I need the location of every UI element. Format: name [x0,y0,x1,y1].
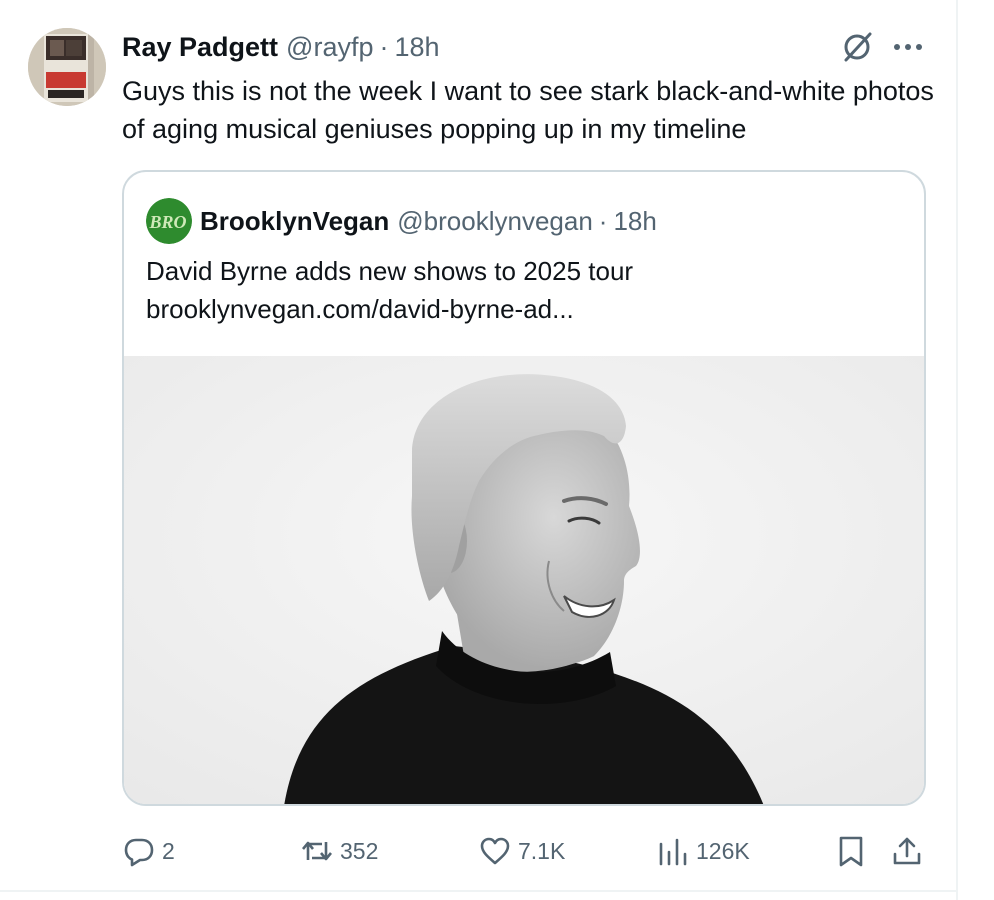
quoted-author-avatar[interactable]: BRO [146,198,192,244]
repost-count: 352 [340,838,379,864]
quoted-tweet-photo[interactable] [124,356,924,804]
reply-button[interactable]: 2 [122,832,175,870]
quoted-header-separator: · [598,206,608,236]
share-upload-icon [893,837,921,865]
like-button[interactable]: 7.1K [478,832,565,870]
quoted-author-handle[interactable]: @brooklynvegan [397,204,593,238]
tweet-text: Guys this is not the week I want to see … [122,76,934,144]
tweet-timestamp[interactable]: 18h [394,30,439,64]
more-options-icon[interactable] [890,34,926,60]
like-count: 7.1K [518,838,566,864]
views-button[interactable]: 126K [656,832,750,870]
tweet-header: Ray Padgett @rayfp · 18h [122,30,440,64]
author-name[interactable]: Ray Padgett [122,30,278,64]
share-button[interactable] [890,832,924,870]
svg-text:BRO: BRO [148,212,186,232]
quoted-tweet-link[interactable]: brooklynvegan.com/david-byrne-ad... [146,290,906,328]
repost-button[interactable]: 352 [300,832,378,870]
quoted-tweet-timestamp[interactable]: 18h [613,204,656,238]
bookmark-icon [839,836,863,867]
quoted-tweet-text: David Byrne adds new shows to 2025 tour … [146,252,906,328]
avatar-image [28,28,106,106]
tweet-divider [0,890,956,892]
bookmark-button[interactable] [834,832,868,870]
quoted-tweet-card[interactable]: BRO BrooklynVegan @brooklynvegan · 18h D… [122,170,926,806]
author-handle[interactable]: @rayfp [286,30,373,64]
reply-count: 2 [162,838,175,864]
timeline-right-border [956,0,958,900]
bar-chart-icon [659,838,687,866]
heart-icon [480,837,510,865]
views-count: 126K [696,838,750,864]
grok-slash-icon[interactable] [840,30,874,64]
quoted-tweet-headline: David Byrne adds new shows to 2025 tour [146,256,634,286]
quoted-author-name[interactable]: BrooklynVegan [200,204,389,238]
header-separator: · [379,32,389,62]
quoted-tweet-header: BRO BrooklynVegan @brooklynvegan · 18h [146,198,657,244]
author-avatar[interactable] [28,28,106,106]
portrait-image [124,356,924,804]
repost-arrows-icon [302,841,332,861]
speech-bubble-icon [124,838,154,867]
